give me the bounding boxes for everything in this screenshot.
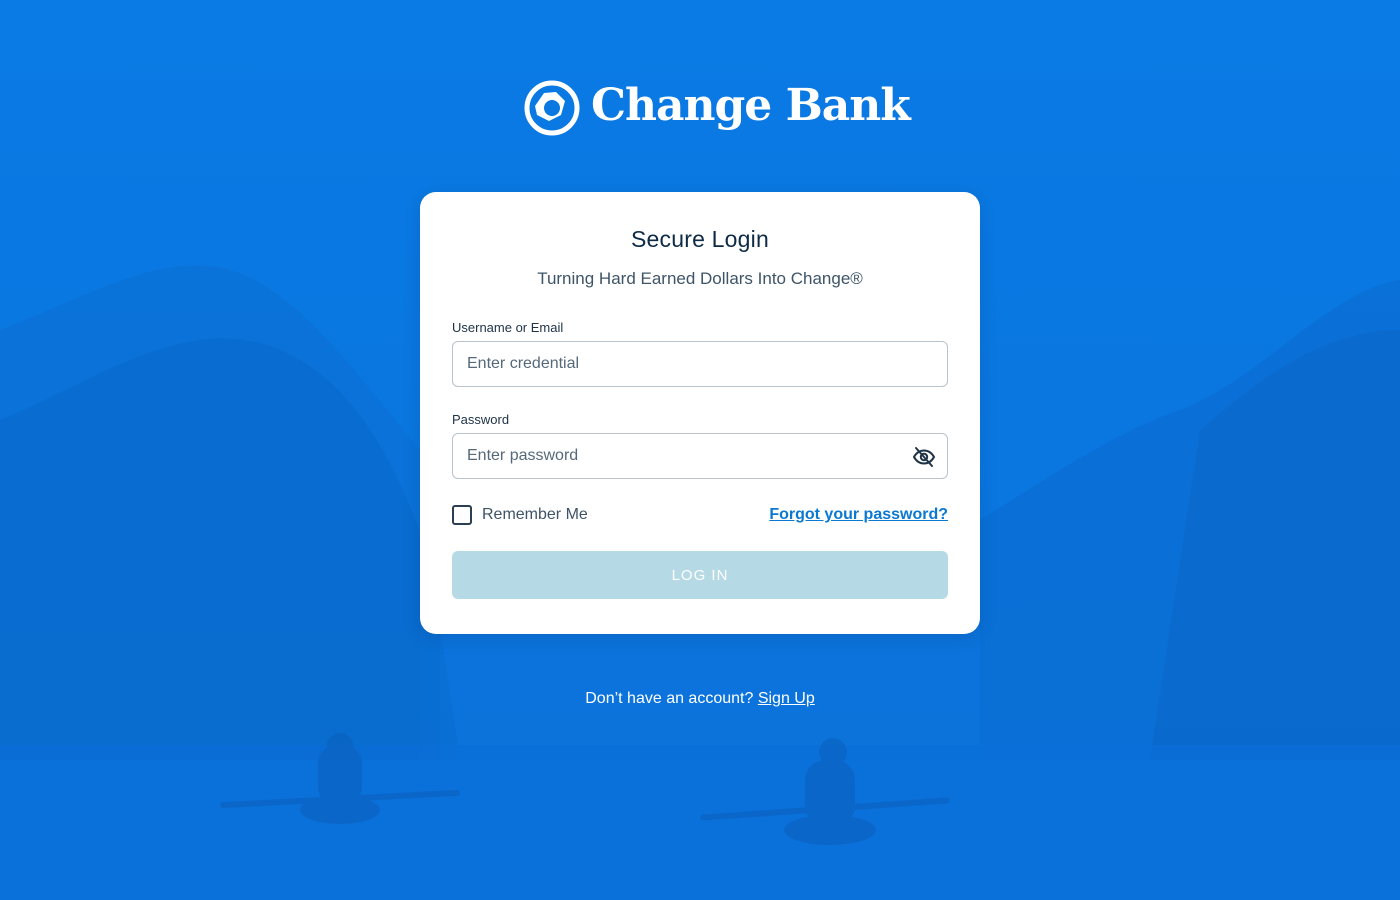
- password-label: Password: [452, 412, 510, 427]
- eye-slash-icon[interactable]: [912, 445, 936, 469]
- remember-me-label: Remember Me: [482, 506, 588, 523]
- password-input[interactable]: [453, 434, 947, 478]
- login-options-row: Remember Me Forgot your password?: [452, 503, 948, 527]
- remember-me-checkbox[interactable]: [452, 505, 472, 525]
- card-subtitle: Turning Hard Earned Dollars Into Change®: [537, 269, 863, 288]
- password-field-wrapper: [452, 433, 948, 479]
- username-label: Username or Email: [452, 320, 564, 335]
- remember-me-control[interactable]: Remember Me: [452, 505, 588, 525]
- brand-logo: Change Bank: [523, 78, 911, 138]
- signup-prompt: Don’t have an account? Sign Up: [0, 690, 1400, 708]
- forgot-password-link[interactable]: Forgot your password?: [769, 506, 948, 524]
- signup-link[interactable]: Sign Up: [758, 690, 815, 707]
- username-field-wrapper: [452, 341, 948, 387]
- change-bank-globe-icon: [524, 80, 580, 136]
- username-input[interactable]: [453, 342, 947, 386]
- login-card: Secure Login Turning Hard Earned Dollars…: [420, 192, 980, 634]
- login-button[interactable]: LOG IN: [452, 551, 948, 599]
- card-title: Secure Login: [631, 226, 769, 252]
- signup-prompt-text: Don’t have an account?: [585, 690, 754, 707]
- brand-name: Change Bank: [591, 80, 911, 131]
